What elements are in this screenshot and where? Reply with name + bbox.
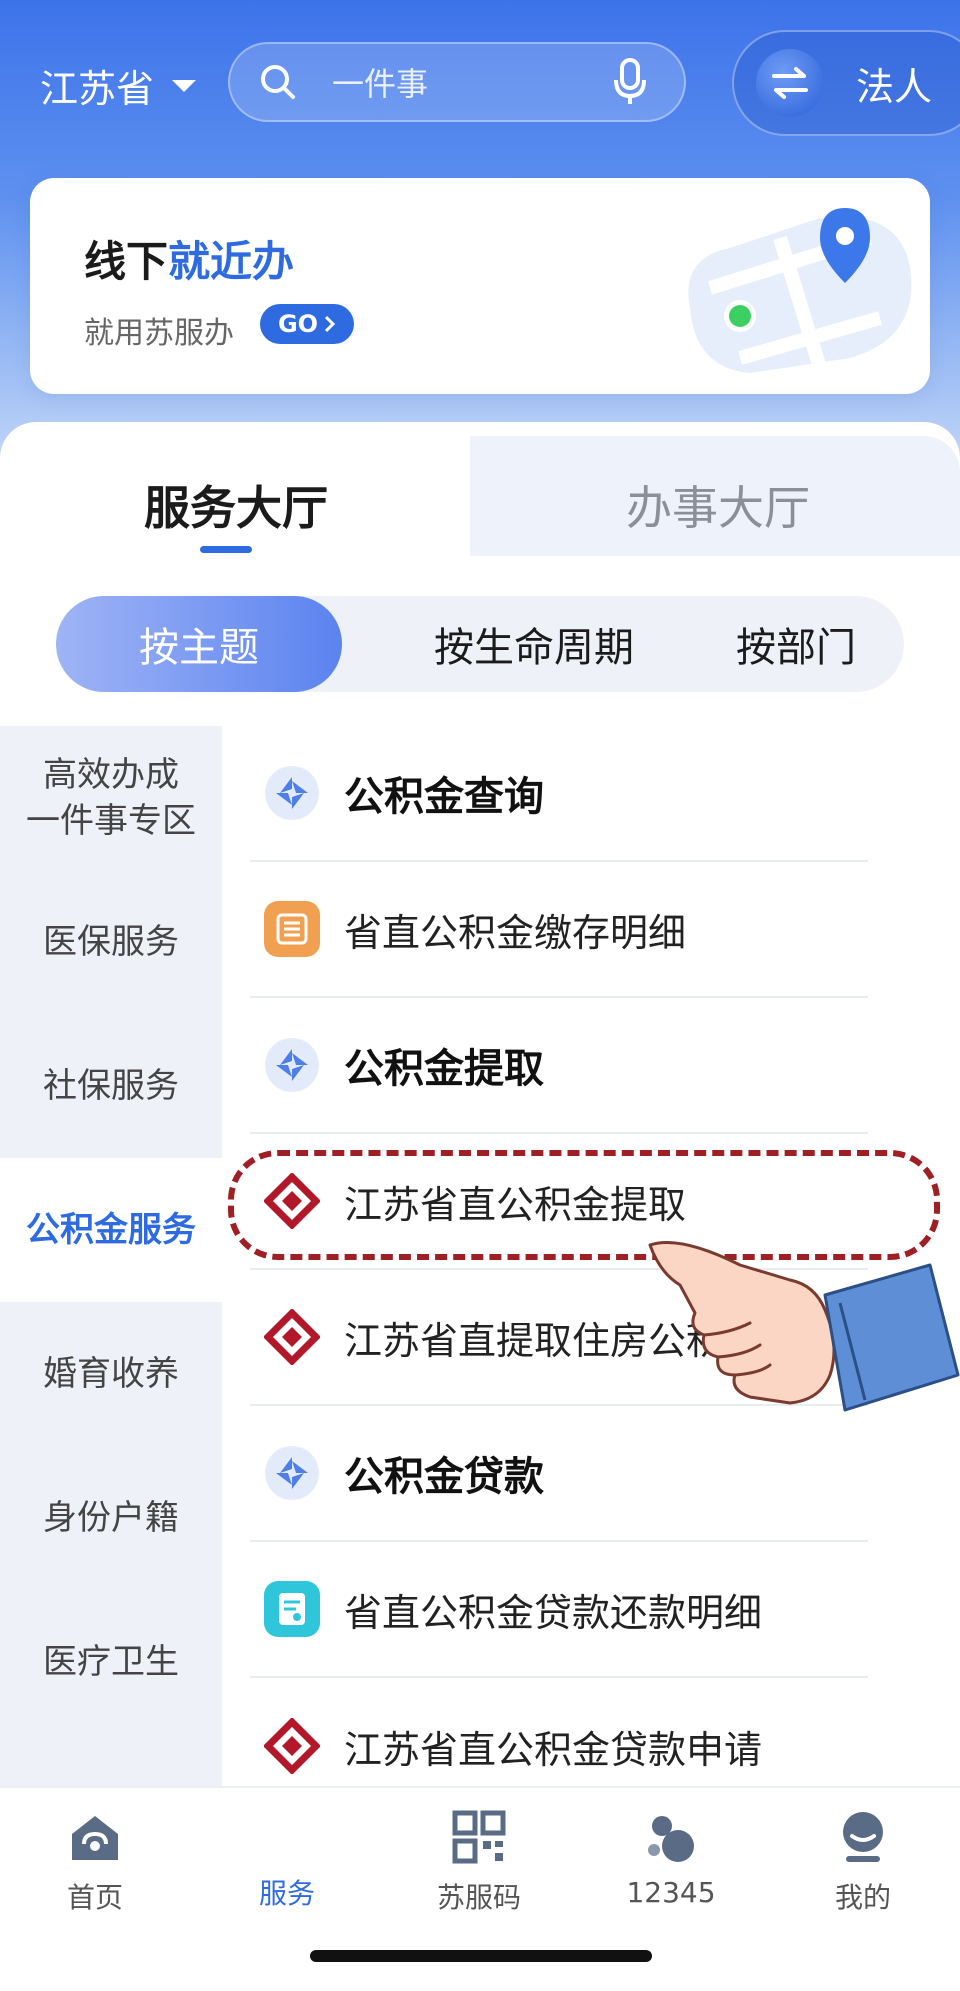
sidebar-item-label-line2: 一件事专区 (26, 801, 196, 841)
list-doc-icon (264, 901, 320, 957)
sidebar-item-one-thing-zone[interactable]: 高效办成 一件事专区 (0, 726, 222, 870)
service-item-deposit-details[interactable]: 省直公积金缴存明细 (250, 862, 868, 998)
section-title: 公积金贷款 (344, 1454, 544, 1500)
segment-by-theme[interactable]: 按主题 (56, 596, 342, 692)
chevron-right-icon (324, 315, 336, 333)
sidebar-item-housing-fund[interactable]: 公积金服务 (0, 1158, 222, 1302)
segment-by-department[interactable]: 按部门 (696, 596, 896, 692)
hotline-icon (648, 1816, 694, 1862)
sidebar-item-medical-insurance[interactable]: 医保服务 (0, 870, 222, 1014)
go-label: GO (277, 310, 319, 338)
service-item-label: 江苏省直公积金贷款申请 (344, 1727, 763, 1772)
province-label: 江苏省 (40, 67, 155, 111)
home-icon (72, 1816, 118, 1860)
pointing-hand-icon (648, 1241, 960, 1412)
receipt-icon (264, 1581, 320, 1637)
nav-su-service-code[interactable]: 苏服码 (414, 1810, 544, 1916)
nav-home[interactable]: 首页 (30, 1810, 160, 1916)
banner-title-highlight: 就近办 (168, 237, 295, 286)
category-icon (264, 765, 320, 821)
sidebar-item-household-registration[interactable]: 身份户籍 (0, 1446, 222, 1590)
nav-hotline[interactable]: 12345 (606, 1810, 736, 1909)
nav-label: 12345 (626, 1876, 716, 1909)
section-title: 公积金提取 (344, 1046, 544, 1092)
nav-label: 首页 (66, 1881, 123, 1914)
banner-title-prefix: 线下 (84, 237, 169, 286)
chevron-down-icon (172, 79, 197, 92)
section-header-fund-query: 公积金查询 (250, 726, 868, 862)
section-title: 公积金查询 (344, 774, 544, 820)
profile-icon (843, 1812, 883, 1862)
service-item-label: 省直公积金贷款还款明细 (344, 1590, 763, 1635)
identity-switch-button[interactable]: 法人 (732, 30, 960, 136)
segment-by-lifecycle[interactable]: 按生命周期 (374, 596, 694, 692)
section-header-fund-withdraw: 公积金提取 (250, 998, 868, 1134)
housing-fund-logo-icon (264, 1309, 320, 1365)
qr-code-icon (452, 1810, 506, 1864)
tab-affairs-hall[interactable]: 办事大厅 (626, 472, 810, 538)
category-segment-control: 按主题 按生命周期 按部门 (56, 596, 904, 692)
nav-service[interactable]: 服务 (222, 1810, 352, 1912)
sidebar-item-healthcare[interactable]: 医疗卫生 (0, 1590, 222, 1734)
service-item-loan-repayment-details[interactable]: 省直公积金贷款还款明细 (250, 1542, 868, 1678)
category-icon (264, 1037, 320, 1093)
category-icon (264, 1445, 320, 1501)
section-header-fund-loan: 公积金贷款 (250, 1406, 868, 1542)
nav-profile[interactable]: 我的 (798, 1810, 928, 1916)
go-button[interactable]: GO (260, 304, 354, 344)
banner-subtitle: 就用苏服办 (84, 316, 234, 351)
sidebar-item-label-line1: 高效办成 (43, 755, 179, 795)
search-icon (261, 65, 295, 99)
active-tab-indicator (200, 546, 252, 553)
offline-service-banner[interactable]: 线下就近办 就用苏服办 GO (30, 178, 930, 394)
nav-label: 服务 (258, 1877, 315, 1910)
sidebar-item-marriage-adoption[interactable]: 婚育收养 (0, 1302, 222, 1446)
housing-fund-logo-icon (264, 1718, 320, 1774)
swap-icon (756, 49, 824, 117)
map-illustration-icon (688, 208, 912, 373)
category-sidebar: 高效办成 一件事专区 医保服务 社保服务 公积金服务 婚育收养 身份户籍 医疗卫… (0, 726, 222, 1786)
nav-label: 苏服码 (436, 1881, 521, 1914)
identity-label: 法人 (856, 64, 933, 109)
province-selector[interactable]: 江苏省 (40, 58, 197, 113)
search-bar[interactable]: 一件事 (228, 42, 686, 122)
search-input[interactable]: 一件事 (332, 59, 612, 105)
banner-title: 线下就近办 (84, 228, 294, 289)
service-icon (222, 1810, 352, 1864)
microphone-icon[interactable] (612, 58, 648, 106)
home-indicator (310, 1950, 652, 1962)
nav-label: 我的 (834, 1881, 891, 1914)
service-item-label: 省直公积金缴存明细 (344, 910, 687, 955)
tab-service-hall[interactable]: 服务大厅 (144, 472, 328, 538)
sidebar-item-social-security[interactable]: 社保服务 (0, 1014, 222, 1158)
